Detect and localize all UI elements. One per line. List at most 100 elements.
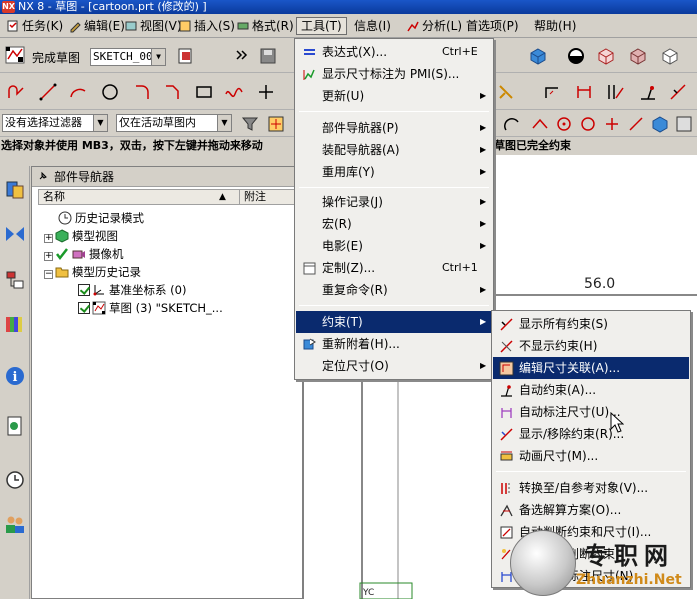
render-sphere-icon[interactable] [564,44,588,68]
status-constraint-message: 草图已完全约束 [494,139,571,152]
submenu-item-animate-dimension[interactable]: 动画尺寸(M)... [493,445,689,467]
line-icon[interactable] [36,80,60,104]
expression-icon [302,45,317,60]
menu-item-reuse-library[interactable]: 重用库(Y) ▶ [296,161,492,183]
tree-item-datum-csys[interactable]: 基准坐标系 (0) [78,281,186,299]
menu-item-positioning-dimension[interactable]: 定位尺寸(O) ▶ [296,355,492,377]
column-name-header[interactable]: 名称 [43,190,65,204]
menu-item-assembly-navigator[interactable]: 装配导航器(A) ▶ [296,139,492,161]
make-corner-icon[interactable] [540,80,564,104]
menu-item-part-navigator[interactable]: 部件导航器(P) ▶ [296,117,492,139]
submenu-item-alternate-solution[interactable]: 备选解算方案(O)... [493,499,689,521]
profile-icon[interactable] [4,80,28,104]
reuse-library-icon[interactable] [3,310,27,338]
studio-spline-icon[interactable] [222,80,246,104]
menu-format[interactable]: 格式(R) [232,17,298,35]
point-icon[interactable] [254,80,278,104]
menu-item-constraints[interactable]: 约束(T) ▶ [296,311,492,333]
show-constraints-icon[interactable] [666,80,690,104]
assembly-navigator-icon[interactable] [3,220,27,248]
more-tools-chevron-icon[interactable] [230,44,254,68]
tree-item-history-mode[interactable]: 历史记录模式 [58,209,144,227]
snap-center-icon[interactable] [552,112,576,136]
sketch-name-dropdown[interactable]: SKETCH_000 ▼ [90,48,166,66]
watermark-ball-icon [510,530,576,596]
wireframe-cube-icon[interactable] [594,44,618,68]
menu-help[interactable]: 帮助(H) [530,17,580,35]
submenu-item-convert-reference[interactable]: 转换至/自参考对象(V)... [493,477,689,499]
navigator-header: 部件导航器 [32,167,302,187]
shaded-cube-icon[interactable] [526,44,550,68]
auto-constrain-icon[interactable] [636,80,660,104]
snap-arc-center-icon[interactable] [500,112,524,136]
constraint-navigator-icon[interactable] [3,266,27,294]
chevron-down-icon: ▼ [217,115,231,131]
filter-funnel-icon[interactable] [238,112,262,136]
tree-item-sketch[interactable]: 草图 (3) "SKETCH_... [78,299,223,317]
menu-item-movie[interactable]: 电影(E) ▶ [296,235,492,257]
roles-icon[interactable] [3,510,27,538]
quick-trim-icon[interactable] [494,80,518,104]
save-icon[interactable] [256,44,280,68]
snap-intersection-icon[interactable] [528,112,552,136]
visibility-checkbox[interactable] [78,302,90,314]
dimension-value[interactable]: 56.0 [584,276,615,292]
sort-arrow-icon: ▲ [219,192,226,202]
menu-item-customize[interactable]: 定制(Z)... Ctrl+1 [296,257,492,279]
submenu-item-edit-dimension-associativity[interactable]: 编辑尺寸关联(A)... [493,357,689,379]
web-browser-icon[interactable] [3,412,27,440]
submenu-item-show-all-constraints[interactable]: 显示所有约束(S) [493,313,689,335]
hidden-edges-cube-icon[interactable] [626,44,650,68]
finish-sketch-button[interactable]: 完成草图 [32,49,80,66]
history-clock-icon[interactable] [3,466,27,494]
part-navigator-icon[interactable] [3,176,27,204]
menu-item-update[interactable]: 更新(U) ▶ [296,85,492,107]
chamfer-icon[interactable] [160,80,184,104]
snap-point-icon[interactable] [264,112,288,136]
menu-tools[interactable]: 工具(T) [296,17,347,35]
arc-icon[interactable] [66,80,90,104]
menu-item-macro[interactable]: 宏(R) ▶ [296,213,492,235]
menu-item-show-pmi[interactable]: 显示尺寸标注为 PMI(S)... [296,63,492,85]
column-attach-header[interactable]: 附注 [239,190,266,204]
submenu-item-hide-constraints[interactable]: 不显示约束(H) [493,335,689,357]
submenu-item-show-remove-constraints[interactable]: 显示/移除约束(R)... [493,423,689,445]
menu-analysis[interactable]: 分析(L) [402,17,466,35]
snap-existing-point-icon[interactable] [600,112,624,136]
menu-task[interactable]: 任务(K) [2,17,67,35]
visibility-checkbox[interactable] [78,284,90,296]
pin-icon[interactable] [38,167,48,180]
menu-insert[interactable]: 插入(S) [174,17,239,35]
rapid-dimension-icon[interactable] [572,80,596,104]
snap-bounded-icon[interactable] [672,112,696,136]
static-wireframe-icon[interactable] [658,44,682,68]
type-filter-dropdown[interactable]: 没有选择过滤器 ▼ [2,114,108,132]
collapse-icon[interactable]: − [44,270,53,279]
info-icon[interactable]: i [3,362,27,390]
snap-on-face-icon[interactable] [648,112,672,136]
expand-icon[interactable]: + [44,234,53,243]
sketch-orient-button[interactable] [174,44,198,68]
tree-item-model-history[interactable]: − 模型历史记录 [44,263,141,281]
fillet-icon[interactable] [130,80,154,104]
snap-on-curve-icon[interactable] [624,112,648,136]
snap-quadrant-icon[interactable] [576,112,600,136]
menu-info[interactable]: 信息(I) [350,17,395,35]
constraints-icon[interactable] [604,80,628,104]
menu-item-reattach[interactable]: 重新附着(H)... [296,333,492,355]
show-constraints-icon [499,317,514,332]
menu-preferences[interactable]: 首选项(P) [462,17,523,35]
submenu-item-auto-dimension[interactable]: 自动标注尺寸(U)... [493,401,689,423]
expand-icon[interactable]: + [44,252,53,261]
tree-item-model-views[interactable]: + 模型视图 [44,227,118,245]
submenu-item-auto-constrain[interactable]: 自动约束(A)... [493,379,689,401]
tree-item-cameras[interactable]: + 摄像机 [44,245,124,263]
rectangle-icon[interactable] [192,80,216,104]
menu-item-expression[interactable]: 表达式(X)... Ctrl+E [296,41,492,63]
menu-item-journal[interactable]: 操作记录(J) ▶ [296,191,492,213]
tools-menu: 表达式(X)... Ctrl+E 显示尺寸标注为 PMI(S)... 更新(U)… [294,38,494,380]
selection-scope-dropdown[interactable]: 仅在活动草图内 ▼ [116,114,232,132]
finish-sketch-icon[interactable] [4,45,28,67]
circle-icon[interactable] [98,80,122,104]
menu-item-repeat-command[interactable]: 重复命令(R) ▶ [296,279,492,301]
